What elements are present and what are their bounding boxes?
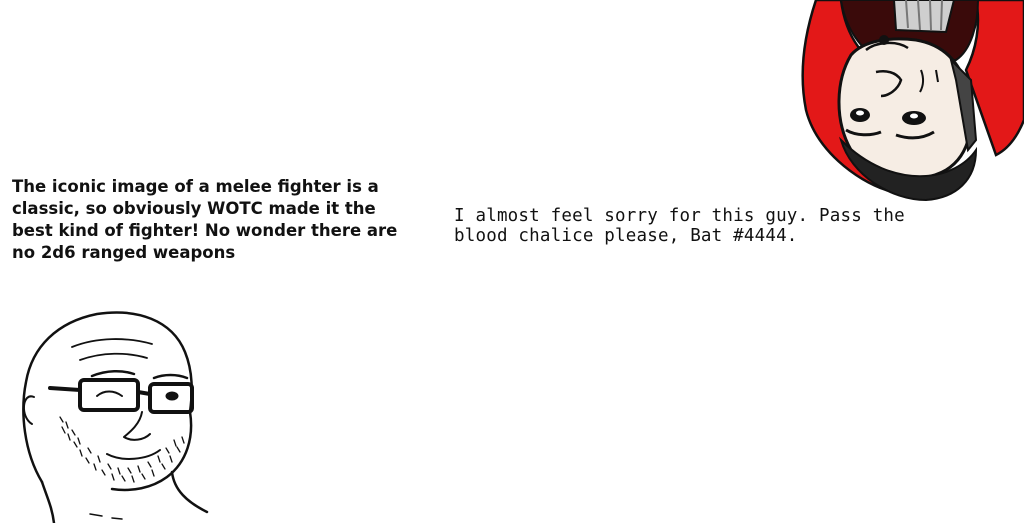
right-caption: I almost feel sorry for this guy. Pass t… [454,206,905,246]
bespectacled-wojak-icon [22,311,209,523]
upside-down-vampire-icon [801,0,1024,202]
left-caption: The iconic image of a melee fighter is a… [12,177,398,262]
